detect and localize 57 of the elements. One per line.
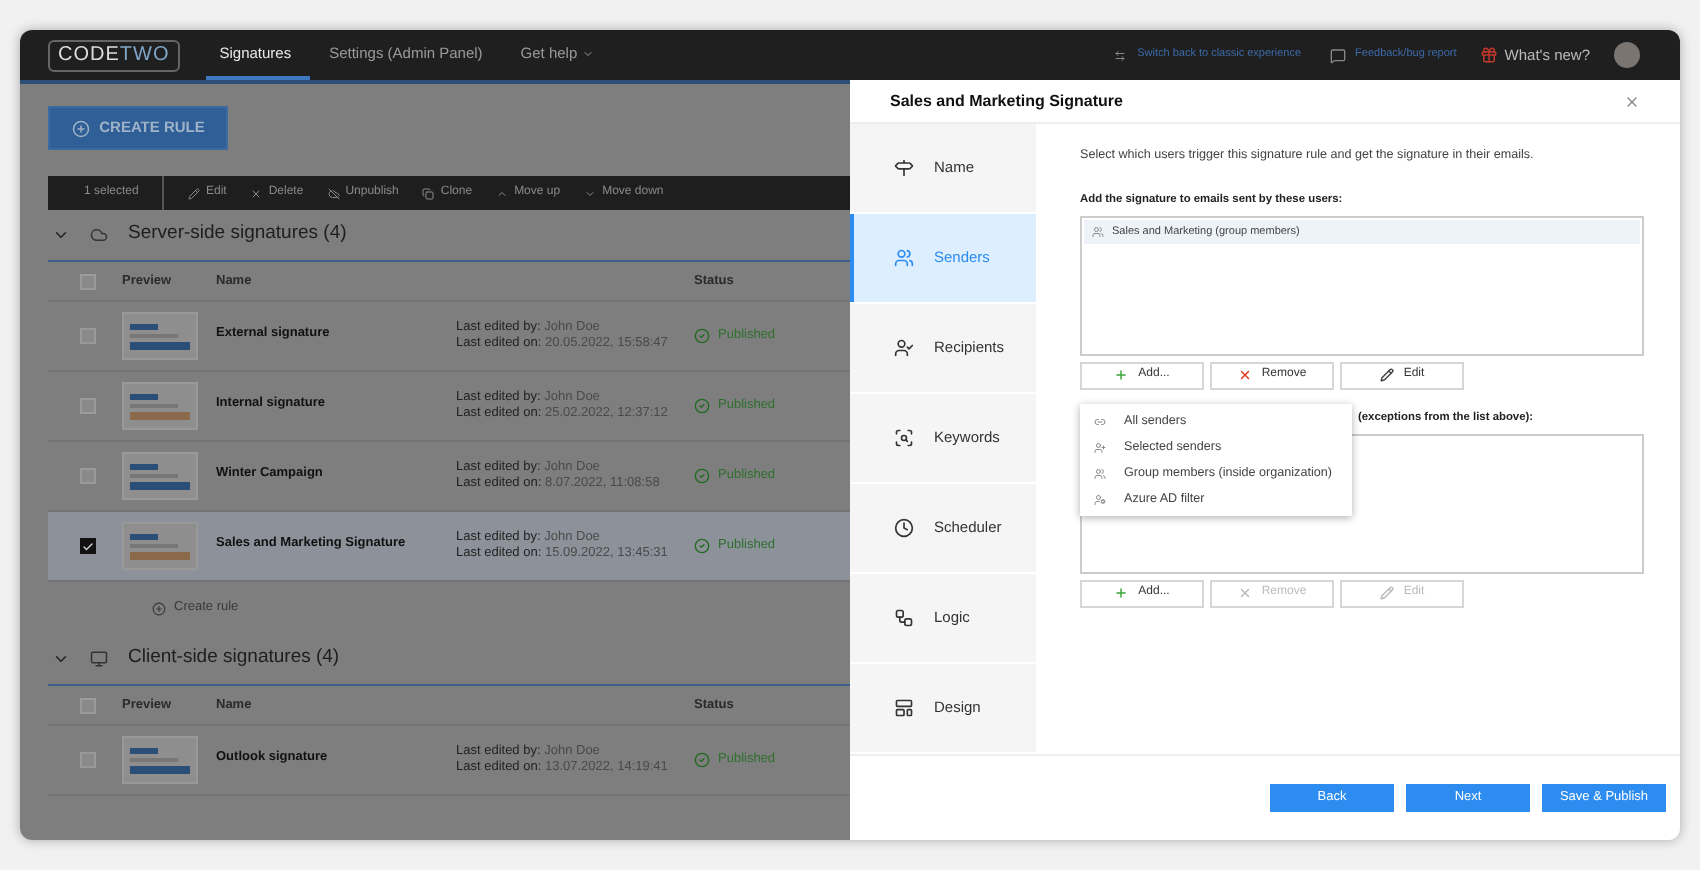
- checkbox[interactable]: [79, 752, 95, 768]
- chevron-down-icon[interactable]: [52, 226, 70, 244]
- close-icon: [1237, 368, 1252, 383]
- plus-circle-icon: [71, 119, 90, 137]
- signature-preview: [122, 736, 198, 784]
- signpost-icon: [894, 158, 914, 178]
- checkbox[interactable]: [79, 398, 95, 414]
- swap-icon: [1113, 49, 1126, 61]
- checkbox[interactable]: [79, 273, 95, 289]
- signature-preview: [122, 312, 198, 360]
- pencil-icon: [188, 187, 200, 199]
- dialog-title: Sales and Marketing Signature: [890, 89, 1123, 113]
- check-circle-icon: [694, 328, 710, 344]
- pencil-icon: [1379, 368, 1394, 383]
- signature-preview: [122, 522, 198, 570]
- check-circle-icon: [694, 538, 710, 554]
- checkbox[interactable]: [79, 328, 95, 344]
- signature-preview: [122, 452, 198, 500]
- checkbox[interactable]: [79, 468, 95, 484]
- monitor-icon: [90, 650, 108, 668]
- logo[interactable]: CODETWO: [48, 39, 180, 71]
- user-plus-icon: [1094, 441, 1106, 453]
- close-icon[interactable]: [1624, 93, 1640, 109]
- scan-icon: [894, 428, 914, 448]
- signature-preview: [122, 382, 198, 430]
- speech-bubble-icon: [1329, 47, 1346, 63]
- workflow-icon: [894, 608, 914, 628]
- users-icon: [1092, 225, 1104, 238]
- users-icon: [1094, 467, 1106, 479]
- plus-icon: [1114, 368, 1129, 383]
- user-cog-icon: [1094, 493, 1106, 505]
- layout-icon: [894, 698, 914, 718]
- section-title: Client-side signatures (4): [128, 644, 340, 673]
- plus-circle-icon: [152, 601, 166, 615]
- chevron-down-icon[interactable]: [52, 650, 70, 668]
- avatar[interactable]: [1614, 42, 1640, 68]
- copy-icon: [422, 187, 435, 199]
- check-circle-icon: [694, 752, 710, 768]
- section-title: Server-side signatures (4): [128, 220, 347, 249]
- user-check-icon: [894, 338, 914, 358]
- users-icon: [894, 248, 914, 268]
- chevron-down-icon: [584, 187, 597, 199]
- cloud-icon: [90, 226, 108, 244]
- checkbox[interactable]: [79, 538, 95, 554]
- chevron-up-icon: [496, 187, 509, 199]
- pencil-icon: [1379, 586, 1394, 601]
- check-circle-icon: [694, 468, 710, 484]
- gift-icon: [1480, 46, 1499, 64]
- close-icon: [1237, 586, 1252, 601]
- chevron-down-icon[interactable]: [581, 47, 594, 59]
- cloud-off-icon: [327, 187, 340, 199]
- check-circle-icon: [694, 398, 710, 414]
- close-icon: [250, 187, 263, 199]
- plus-icon: [1114, 586, 1129, 601]
- link-icon: [1094, 415, 1106, 427]
- checkbox[interactable]: [79, 697, 95, 713]
- clock-icon: [894, 518, 914, 538]
